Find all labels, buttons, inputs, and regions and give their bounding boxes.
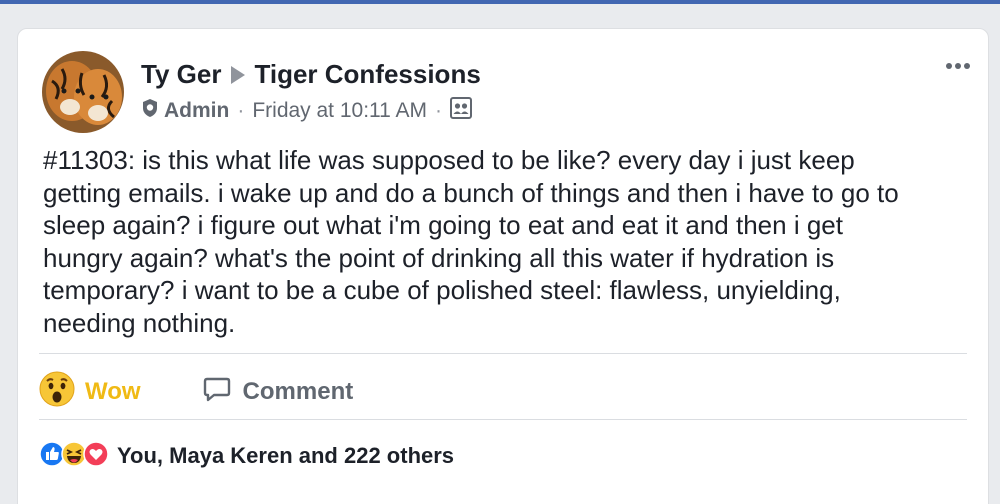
post-card: Ty Ger Tiger Confessions Admin · Friday … (17, 28, 989, 504)
post-body: #11303: is this what life was supposed t… (43, 145, 899, 338)
admin-shield-icon (141, 98, 159, 124)
author-name[interactable]: Ty Ger (141, 59, 221, 90)
post-meta: Admin · Friday at 10:11 AM · (141, 97, 473, 125)
post-actions: Wow Comment (39, 365, 353, 419)
post-header: Ty Ger Tiger Confessions (141, 59, 481, 90)
post-timestamp[interactable]: Friday at 10:11 AM (252, 99, 427, 123)
divider (39, 353, 967, 354)
love-icon (83, 440, 109, 472)
admin-badge[interactable]: Admin (164, 99, 229, 123)
group-name[interactable]: Tiger Confessions (254, 59, 480, 90)
arrow-right-icon (231, 65, 246, 84)
reaction-icons (39, 440, 109, 472)
wow-emoji-icon (39, 371, 75, 414)
avatar[interactable] (42, 51, 124, 133)
comment-icon (203, 375, 231, 410)
separator-dot: · (435, 99, 443, 122)
divider (39, 419, 967, 420)
group-members-icon[interactable] (450, 97, 473, 125)
wow-reaction-button[interactable]: Wow (39, 371, 141, 414)
more-options-icon[interactable] (946, 63, 970, 69)
separator-dot: · (237, 99, 245, 122)
comment-label: Comment (242, 378, 354, 405)
reactions-summary-text[interactable]: You, Maya Keren and 222 others (117, 443, 454, 469)
comment-button[interactable]: Comment (203, 375, 354, 410)
top-bar (0, 0, 1000, 4)
reactions-summary[interactable]: You, Maya Keren and 222 others (39, 438, 454, 474)
wow-label: Wow (85, 378, 141, 405)
